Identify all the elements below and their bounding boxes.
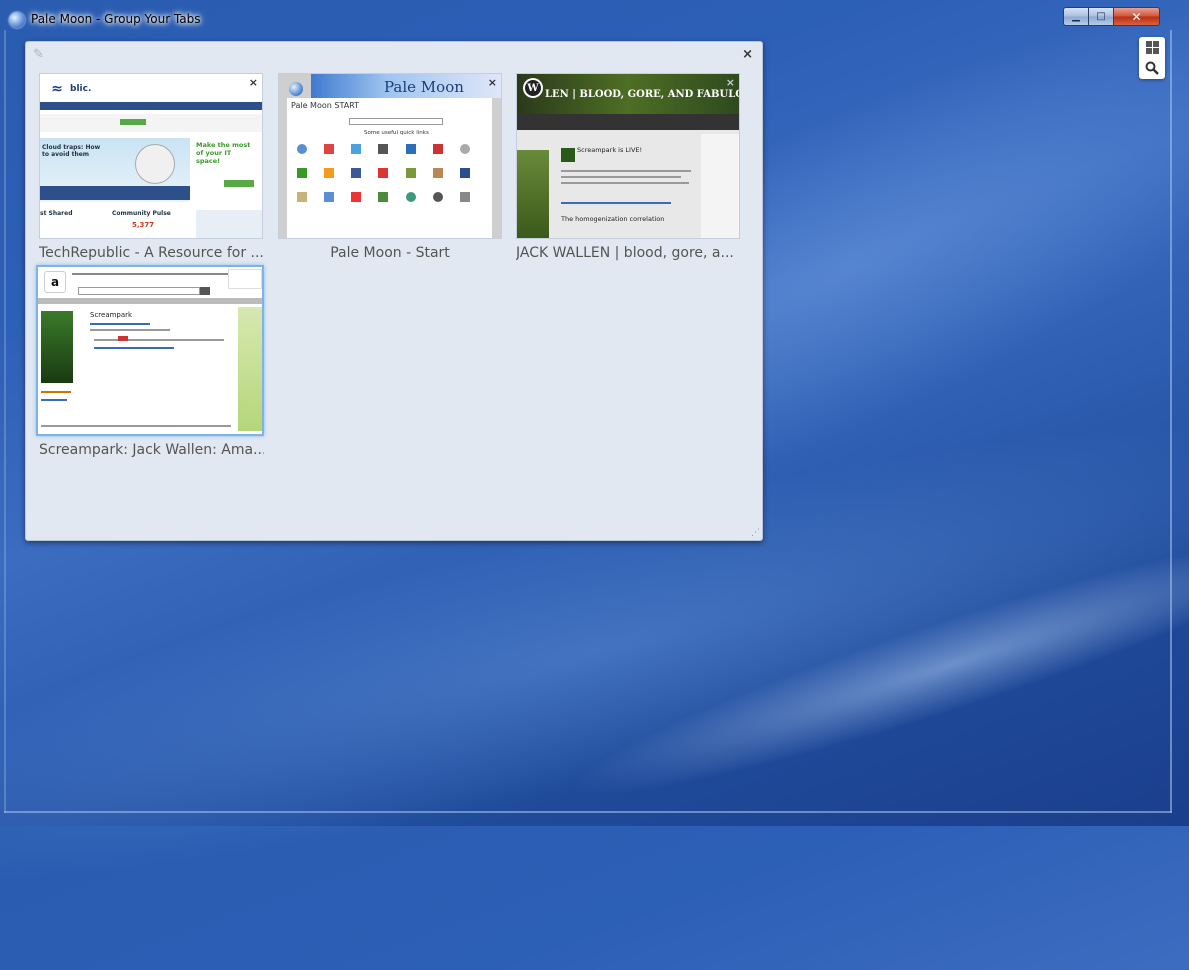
- thumb-shared: st Shared: [40, 210, 73, 217]
- minimize-button[interactable]: ▁: [1063, 7, 1089, 26]
- thumb-text-line: [561, 202, 671, 204]
- thumb-hero-headline: Cloud traps: How to avoid them: [42, 144, 101, 158]
- thumb-side-panel: [238, 307, 262, 431]
- thumb-search-bar: [78, 287, 200, 295]
- thumb-icon-grid: [297, 144, 487, 224]
- tab-thumbnail[interactable]: ≈ × blic. Cloud traps: How to avoid them…: [39, 73, 263, 239]
- tab-title: JACK WALLEN | blood, gore, a...: [516, 245, 734, 261]
- thumb-book-cover: [41, 311, 73, 383]
- techrepublic-icon: ≈: [51, 81, 63, 97]
- thumb-text-line: [90, 329, 170, 331]
- pale-moon-icon: [285, 78, 307, 100]
- tab-title: Screampark: Jack Wallen: Ama...: [39, 442, 264, 458]
- thumb-text-line: [41, 425, 231, 427]
- window-frame-right: [1170, 30, 1172, 813]
- thumb-text-line: [90, 323, 150, 325]
- pale-moon-app-icon[interactable]: [9, 12, 25, 28]
- panorama-actions: [1139, 37, 1165, 79]
- window-titlebar[interactable]: Pale Moon - Group Your Tabs ▁ □ ✕: [0, 0, 1189, 36]
- thumb-promo-button: [224, 180, 254, 187]
- group-resize-handle[interactable]: ⋰: [751, 528, 760, 538]
- thumb-ad-button: [120, 119, 146, 125]
- thumb-heading: Pale Moon START: [291, 101, 360, 110]
- tab-thumbnail[interactable]: W × LEN | BLOOD, GORE, AND FABULOU Screa…: [516, 73, 740, 239]
- thumb-pulse: Community Pulse: [112, 210, 171, 217]
- tab-title: Pale Moon - Start: [330, 245, 450, 261]
- thumb-text-line: [561, 176, 681, 178]
- thumb-logo: blic.: [70, 84, 92, 94]
- tab-item-screampark-amazon[interactable]: a Screampark Screampark: Jack Wallen: Am…: [36, 265, 264, 458]
- thumb-hero-strip: [40, 186, 190, 200]
- window-frame-left: [4, 30, 6, 813]
- thumb-book-title: Screampark: [90, 311, 133, 319]
- maximize-icon: □: [1096, 11, 1106, 22]
- thumb-sidebar: [701, 134, 739, 238]
- thumb-header: [72, 273, 252, 275]
- thumb-text-line: [561, 170, 691, 172]
- amazon-icon: a: [44, 271, 66, 293]
- thumb-post-title: Screampark is LIVE!: [577, 146, 643, 154]
- tab-item-jack-wallen[interactable]: W × LEN | BLOOD, GORE, AND FABULOU Screa…: [516, 73, 740, 261]
- tab-item-techrepublic[interactable]: ≈ × blic. Cloud traps: How to avoid them…: [39, 73, 263, 261]
- tab-thumbnail[interactable]: × Pale Moon Pale Moon START Some useful …: [278, 73, 502, 239]
- thumb-hero-image: [135, 144, 175, 184]
- thumb-kindle-badge: [228, 269, 262, 289]
- group-title-edit-icon[interactable]: ✎: [33, 47, 44, 62]
- tab-title: TechRepublic - A Resource for ...: [39, 245, 263, 261]
- tab-thumbnail[interactable]: a Screampark: [36, 265, 264, 436]
- thumb-banner-text: LEN | BLOOD, GORE, AND FABULOU: [545, 89, 740, 100]
- thumb-price-tag: [118, 336, 128, 341]
- thumb-post-title-2: The homogenization correlation: [561, 215, 665, 223]
- window-controls: ▁ □ ✕: [1063, 7, 1160, 26]
- thumb-promo: Make the most of your IT space!: [196, 141, 251, 165]
- thumb-nav: [40, 102, 262, 110]
- window-frame-bottom: [4, 811, 1172, 813]
- tab-close-button[interactable]: ×: [488, 76, 497, 89]
- wordpress-icon: W: [523, 78, 543, 98]
- close-icon: ✕: [1131, 9, 1142, 24]
- thumb-search-bar: [349, 118, 443, 125]
- thumb-text-line: [41, 399, 67, 401]
- tab-item-pale-moon-start[interactable]: × Pale Moon Pale Moon START Some useful …: [278, 73, 502, 261]
- thumb-nav: [38, 298, 262, 304]
- thumb-count: 5,377: [132, 221, 155, 229]
- close-window-button[interactable]: ✕: [1114, 7, 1160, 26]
- group-close-button[interactable]: ×: [742, 47, 753, 62]
- window-title: Pale Moon - Group Your Tabs: [31, 12, 201, 26]
- thumb-post-thumb: [561, 148, 575, 162]
- thumb-subhead: Some useful quick links: [364, 130, 429, 136]
- tab-group[interactable]: ✎ × ⋰ ≈ × blic. Cloud traps: How to avoi…: [25, 41, 763, 541]
- thumb-side-box: [196, 210, 262, 238]
- thumb-photo: [517, 150, 549, 238]
- minimize-icon: ▁: [1072, 11, 1080, 22]
- thumb-text-line: [94, 339, 224, 341]
- thumb-nav: [517, 114, 739, 130]
- tab-close-button[interactable]: ×: [726, 76, 735, 89]
- search-icon[interactable]: [1145, 61, 1159, 75]
- maximize-button[interactable]: □: [1089, 7, 1114, 26]
- thumb-text-line: [41, 391, 71, 393]
- thumb-ad-bar: [40, 114, 262, 132]
- thumb-text-line: [561, 182, 689, 184]
- thumb-search-go: [200, 287, 210, 295]
- thumb-text-line: [94, 347, 174, 349]
- thumb-banner-text: Pale Moon: [384, 78, 464, 96]
- group-tabs-grid-icon[interactable]: [1146, 41, 1159, 54]
- tab-close-button[interactable]: ×: [249, 76, 258, 89]
- desktop-wallpaper-streak: [555, 498, 1189, 832]
